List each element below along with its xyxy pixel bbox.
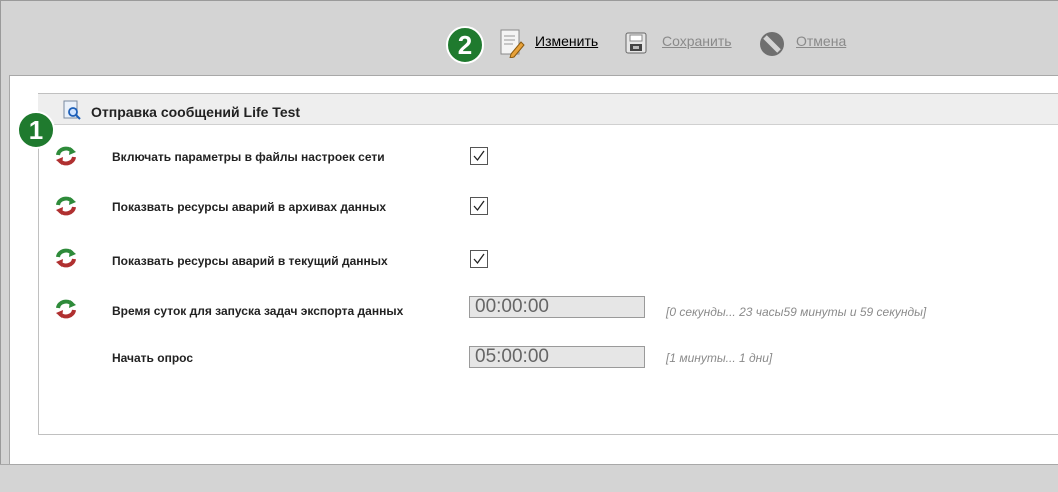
edit-icon[interactable] — [499, 28, 525, 63]
toolbar — [0, 0, 1058, 75]
row-label: Время суток для запуска задач экспорта д… — [112, 304, 404, 318]
time-field[interactable]: 05:00:00 — [469, 346, 645, 368]
save-link[interactable]: Сохранить — [662, 33, 732, 49]
range-hint: [1 минуты... 1 дни] — [666, 351, 773, 365]
refresh-icon — [55, 248, 77, 268]
step-badge-2: 2 — [446, 26, 484, 64]
edit-link[interactable]: Изменить — [535, 33, 598, 49]
checkbox[interactable] — [470, 197, 488, 215]
step-badge-1: 1 — [17, 111, 55, 149]
time-field[interactable]: 00:00:00 — [469, 296, 645, 318]
bottom-bar — [0, 464, 1058, 492]
row-label: Начать опрос — [112, 351, 194, 365]
row-label: Показвать ресурсы аварий в архивах данны… — [112, 200, 387, 214]
save-icon[interactable] — [625, 32, 647, 59]
cancel-link[interactable]: Отмена — [796, 33, 846, 49]
range-hint: [0 секунды... 23 часы59 минуты и 59 секу… — [666, 305, 927, 319]
frame-border-left — [0, 0, 1, 491]
search-doc-icon — [62, 100, 82, 125]
refresh-icon — [55, 196, 77, 216]
frame-border-top — [0, 0, 1058, 1]
panel-title: Отправка сообщений Life Test — [91, 104, 301, 120]
refresh-icon — [55, 146, 77, 166]
checkbox[interactable] — [470, 250, 488, 268]
refresh-icon — [55, 299, 77, 319]
row-label: Включать параметры в файлы настроек сети — [112, 150, 385, 164]
row-label: Показвать ресурсы аварий в текущий данны… — [112, 254, 388, 268]
checkbox[interactable] — [470, 147, 488, 165]
cancel-icon[interactable] — [759, 31, 785, 62]
